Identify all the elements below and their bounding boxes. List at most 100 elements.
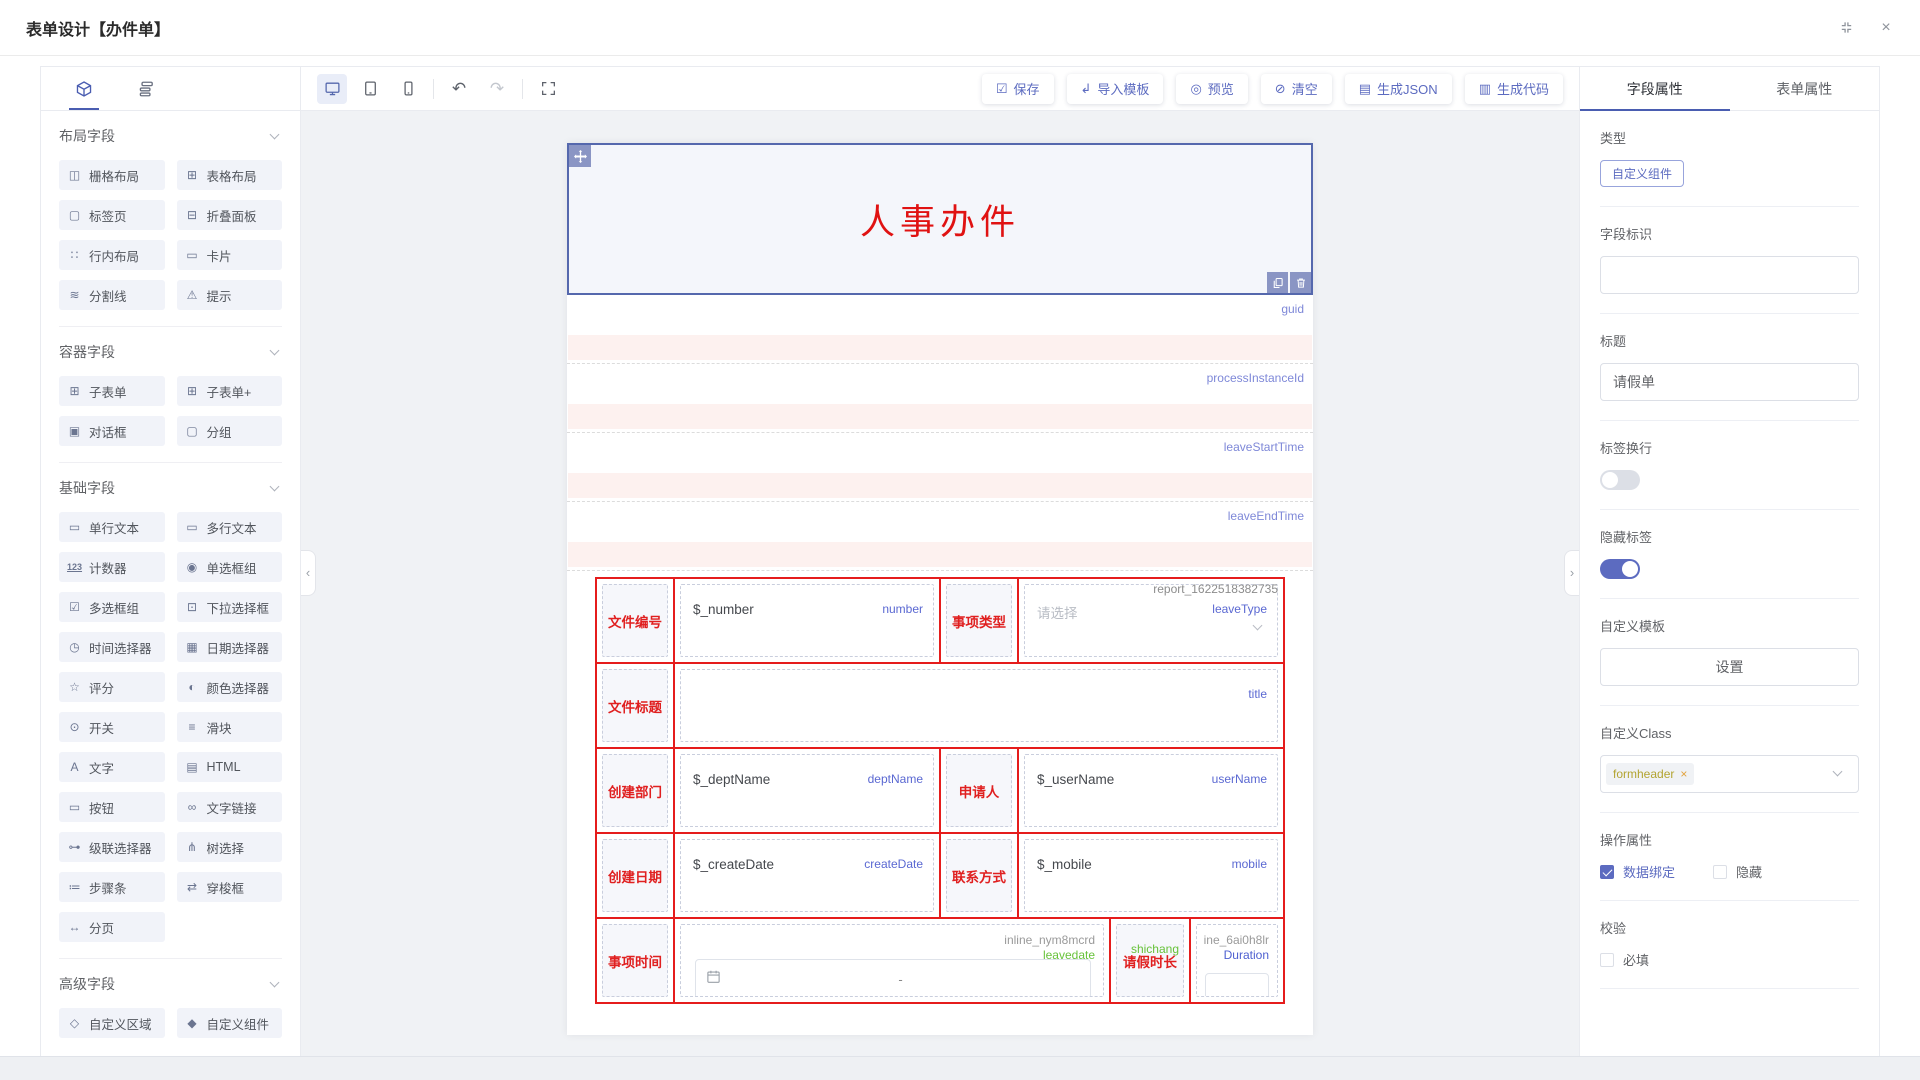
table-field-cell[interactable]: $_mobilemobile xyxy=(1019,834,1283,917)
palette-item-card[interactable]: ▭卡片 xyxy=(177,240,283,270)
palette-section-header[interactable]: 容器字段 xyxy=(59,342,282,362)
action-preview-button[interactable]: ◎预览 xyxy=(1176,74,1247,104)
redo-icon[interactable]: ↷ xyxy=(482,74,512,104)
palette-item-select[interactable]: ⊡下拉选择框 xyxy=(177,592,283,622)
type-value-chip[interactable]: 自定义组件 xyxy=(1600,160,1684,187)
palette-section-header[interactable]: 布局字段 xyxy=(59,126,282,146)
table-field-cell[interactable]: $_numbernumber xyxy=(675,579,941,662)
compress-icon[interactable] xyxy=(1838,20,1854,36)
hidden-field-leaveStartTime[interactable]: leaveStartTime xyxy=(567,433,1313,502)
table-field-cell[interactable]: $_deptNamedeptName xyxy=(675,749,941,832)
table-label-cell[interactable]: 创建日期 xyxy=(597,834,675,917)
palette-item-grid[interactable]: ◫栅格布局 xyxy=(59,160,165,190)
desktop-icon[interactable] xyxy=(317,74,347,104)
hidden-field-processInstanceId[interactable]: processInstanceId xyxy=(567,364,1313,433)
trash-icon[interactable] xyxy=(1290,272,1311,293)
table-label-cell[interactable]: 创建部门 xyxy=(597,749,675,832)
tab-field-properties[interactable]: 字段属性 xyxy=(1580,67,1730,110)
outline-list-icon[interactable] xyxy=(133,67,159,110)
palette-item-switch[interactable]: ⊙开关 xyxy=(59,712,165,742)
palette-item-alert[interactable]: ⚠提示 xyxy=(177,280,283,310)
checkbox-必填[interactable]: 必填 xyxy=(1600,950,1649,969)
palette-item-tabs[interactable]: ▢标签页 xyxy=(59,200,165,230)
palette-item-divider[interactable]: ≋分割线 xyxy=(59,280,165,310)
palette-item-rate[interactable]: ☆评分 xyxy=(59,672,165,702)
action-clear-button[interactable]: ⊘清空 xyxy=(1261,74,1332,104)
palette-item-steps[interactable]: ≔步骤条 xyxy=(59,872,165,902)
action-code-button[interactable]: ▥生成代码 xyxy=(1465,74,1563,104)
palette-item-slider[interactable]: ≡滑块 xyxy=(177,712,283,742)
table-field-cell[interactable]: title xyxy=(675,664,1283,747)
phone-icon[interactable] xyxy=(393,74,423,104)
collapse-right-handle[interactable]: › xyxy=(1564,550,1579,596)
checkbox-icon xyxy=(1713,865,1727,879)
table-field-cell[interactable]: $_userNameuserName xyxy=(1019,749,1283,832)
palette-item-collapse[interactable]: ⊟折叠面板 xyxy=(177,200,283,230)
palette-item-input[interactable]: ▭单行文本 xyxy=(59,512,165,542)
table-label-cell[interactable]: 联系方式 xyxy=(941,834,1019,917)
checkbox-数据绑定[interactable]: 数据绑定 xyxy=(1600,862,1675,881)
table-label-cell[interactable]: 事项类型 xyxy=(941,579,1019,662)
palette-item-textarea[interactable]: ▭多行文本 xyxy=(177,512,283,542)
palette-item-button[interactable]: ▭按钮 xyxy=(59,792,165,822)
palette-item-custom-area[interactable]: ◇自定义区域 xyxy=(59,1008,165,1038)
palette-item-table[interactable]: ⊞表格布局 xyxy=(177,160,283,190)
hide-label-toggle[interactable] xyxy=(1600,559,1640,579)
duration-input[interactable] xyxy=(1205,973,1269,997)
daterange-picker[interactable]: - xyxy=(695,959,1091,997)
palette-item-radio[interactable]: ◉单选框组 xyxy=(177,552,283,582)
fullscreen-icon[interactable] xyxy=(533,74,563,104)
hidden-field-leaveEndTime[interactable]: leaveEndTime xyxy=(567,502,1313,571)
palette-item-text[interactable]: A文字 xyxy=(59,752,165,782)
action-json-button[interactable]: ▤生成JSON xyxy=(1345,74,1452,104)
palette-item-subform[interactable]: ⊞子表单 xyxy=(59,376,165,406)
palette-item-link[interactable]: ∞文字链接 xyxy=(177,792,283,822)
tab-form-properties[interactable]: 表单属性 xyxy=(1730,67,1880,110)
palette-item-pagination[interactable]: ↔分页 xyxy=(59,912,165,942)
palette-item-subform-plus[interactable]: ⊞子表单+ xyxy=(177,376,283,406)
label-wrap-toggle[interactable] xyxy=(1600,470,1640,490)
table-label-cell[interactable]: 请假时长shichang xyxy=(1111,919,1191,1002)
palette-item-counter[interactable]: 123计数器 xyxy=(59,552,165,582)
tablet-icon[interactable] xyxy=(355,74,385,104)
palette-item-checkbox[interactable]: ☑多选框组 xyxy=(59,592,165,622)
title-input[interactable] xyxy=(1600,363,1859,401)
field-id-input[interactable] xyxy=(1600,256,1859,294)
move-icon[interactable] xyxy=(569,145,591,167)
palette-item-dialog[interactable]: ▣对话框 xyxy=(59,416,165,446)
palette-section-header[interactable]: 高级字段 xyxy=(59,974,282,994)
remove-tag-icon[interactable]: × xyxy=(1680,767,1687,781)
palette-item-tree[interactable]: ⋔树选择 xyxy=(177,832,283,862)
table-label-cell[interactable]: 申请人 xyxy=(941,749,1019,832)
palette-item-transfer[interactable]: ⇄穿梭框 xyxy=(177,872,283,902)
palette-item-cascader[interactable]: ⊶级联选择器 xyxy=(59,832,165,862)
palette-item-inline[interactable]: ∷行内布局 xyxy=(59,240,165,270)
close-icon[interactable]: × xyxy=(1878,20,1894,36)
table-label-cell[interactable]: 文件编号 xyxy=(597,579,675,662)
alert-icon: ⚠ xyxy=(185,288,200,302)
palette-item-group[interactable]: ▢分组 xyxy=(177,416,283,446)
table-label-cell[interactable]: 文件标题 xyxy=(597,664,675,747)
table-daterange-cell[interactable]: inline_nym8mcrdleavedate- xyxy=(675,919,1111,1002)
form-header-block[interactable]: 人事办件 xyxy=(567,143,1313,295)
template-settings-button[interactable]: 设置 xyxy=(1600,648,1859,686)
action-import-button[interactable]: ↲导入模板 xyxy=(1067,74,1164,104)
palette-item-color[interactable]: ◐颜色选择器 xyxy=(177,672,283,702)
undo-icon[interactable]: ↶ xyxy=(444,74,474,104)
custom-class-select[interactable]: formheader× xyxy=(1600,755,1859,793)
hidden-field-guid[interactable]: guid xyxy=(567,295,1313,364)
palette-item-html[interactable]: ▤HTML xyxy=(177,752,283,782)
table-label-cell[interactable]: 事项时间 xyxy=(597,919,675,1002)
collapse-left-handle[interactable]: ‹ xyxy=(301,550,316,596)
checkbox-隐藏[interactable]: 隐藏 xyxy=(1713,862,1762,881)
components-cube-icon[interactable] xyxy=(71,67,97,110)
palette-section-header[interactable]: 基础字段 xyxy=(59,478,282,498)
palette-item-custom-component[interactable]: ◆自定义组件 xyxy=(177,1008,283,1038)
table-field-cell[interactable]: $_createDatecreateDate xyxy=(675,834,941,917)
copy-icon[interactable] xyxy=(1267,272,1288,293)
palette-item-date[interactable]: ▦日期选择器 xyxy=(177,632,283,662)
palette-item-time[interactable]: ◷时间选择器 xyxy=(59,632,165,662)
field-cell-line: $_deptNamedeptName xyxy=(681,755,933,787)
table-duration-cell[interactable]: ine_6ai0h8lrDuration xyxy=(1191,919,1283,1002)
action-save-button[interactable]: ☑保存 xyxy=(982,74,1054,104)
